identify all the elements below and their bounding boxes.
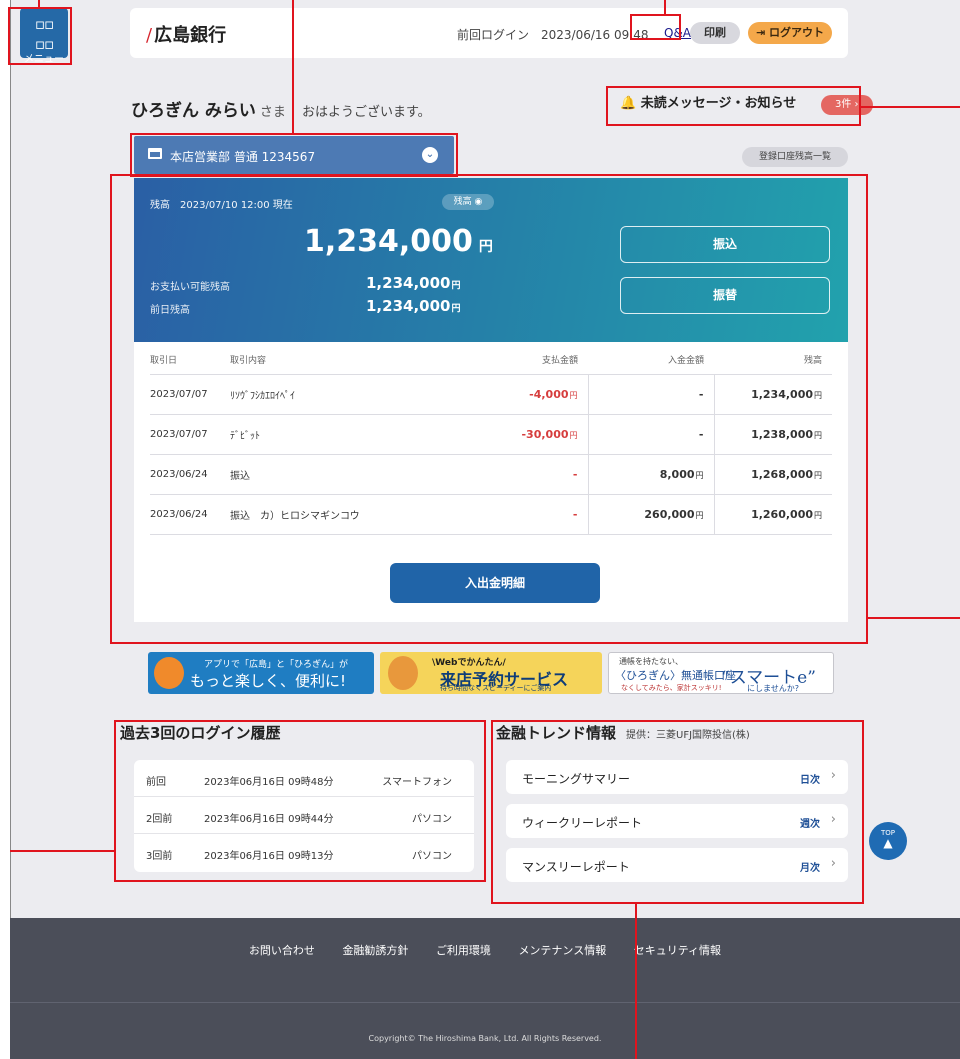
annotation-box-trend bbox=[491, 720, 864, 904]
brand-name: 広島銀行 bbox=[154, 25, 227, 46]
header-bar: / 広島銀行 前回ログイン 2023/06/16 09:48 Q&A 印刷 ⇥ ロ… bbox=[130, 8, 848, 58]
customer-name: ひろぎん みらい bbox=[131, 101, 256, 121]
frame-border bbox=[10, 0, 11, 1059]
app-banner-line2: もっと楽しく、便利に! bbox=[190, 672, 347, 690]
mascot-icon bbox=[154, 657, 184, 689]
copyright: Copyright© The Hiroshima Bank, Ltd. All … bbox=[368, 1034, 602, 1043]
greeting-text: おはようございます。 bbox=[301, 105, 431, 120]
logo-slash-icon: / bbox=[146, 25, 153, 46]
smart-banner-line4: にしませんか? bbox=[747, 684, 800, 693]
app-banner[interactable]: アプリで「広島」と「ひろぎん」が もっと楽しく、便利に! bbox=[148, 652, 374, 694]
footer-link-policy[interactable]: 金融勧誘方針 bbox=[342, 944, 408, 957]
bank-logo[interactable]: / 広島銀行 bbox=[146, 21, 226, 47]
annotation-line bbox=[635, 904, 637, 1059]
footer-link-maintenance[interactable]: メンテナンス情報 bbox=[518, 944, 606, 957]
smart-banner-line2: 〈ひろぎん〉無通帳口座 bbox=[615, 669, 736, 682]
logout-button[interactable]: ⇥ ログアウト bbox=[748, 22, 832, 44]
smart-e-banner[interactable]: 通帳を持たない、 〈ひろぎん〉無通帳口座 “スマートe” なくしてみたら、家計ス… bbox=[608, 652, 834, 694]
footer-link-environment[interactable]: ご利用環境 bbox=[436, 944, 491, 957]
footer-link-security[interactable]: セキュリティ情報 bbox=[634, 944, 721, 957]
mascot-icon bbox=[388, 656, 418, 690]
annotation-line bbox=[292, 0, 294, 133]
footer-link-contact[interactable]: お問い合わせ bbox=[249, 944, 315, 957]
smart-banner-line3: なくしてみたら、家計スッキリ! bbox=[621, 684, 722, 692]
annotation-box-menu bbox=[8, 7, 72, 65]
registered-accounts-button[interactable]: 登録口座残高一覧 bbox=[742, 147, 848, 167]
footer-divider bbox=[10, 1002, 960, 1003]
annotation-box-qa bbox=[630, 14, 681, 40]
annotation-line bbox=[664, 0, 666, 14]
arrow-up-icon: ▲ bbox=[883, 836, 893, 850]
greeting: ひろぎん みらい さま おはようございます。 bbox=[131, 96, 431, 121]
app-banner-line1: アプリで「広島」と「ひろぎん」が bbox=[204, 660, 349, 670]
annotation-line bbox=[861, 106, 960, 108]
smart-banner-line1: 通帳を持たない、 bbox=[619, 657, 683, 666]
logout-label: ログアウト bbox=[769, 26, 825, 39]
annotation-line bbox=[868, 617, 960, 619]
annotation-box-balance bbox=[110, 174, 868, 644]
honorific: さま bbox=[259, 105, 286, 120]
logout-icon: ⇥ bbox=[755, 26, 770, 39]
visit-banner-line3: 待ち時間なくスピーディーにご案内 bbox=[440, 684, 552, 692]
annotation-box-login-history bbox=[114, 720, 486, 882]
back-to-top-button[interactable]: TOP ▲ bbox=[869, 822, 907, 860]
annotation-line bbox=[10, 850, 114, 852]
annotation-line bbox=[38, 0, 40, 8]
annotation-box-notice bbox=[606, 86, 861, 126]
footer-links: お問い合わせ 金融勧誘方針 ご利用環境 メンテナンス情報 セキュリティ情報 bbox=[10, 942, 960, 958]
print-button[interactable]: 印刷 bbox=[690, 22, 740, 44]
last-login-text: 前回ログイン 2023/06/16 09:48 bbox=[457, 28, 649, 42]
footer: お問い合わせ 金融勧誘方針 ご利用環境 メンテナンス情報 セキュリティ情報 Co… bbox=[10, 918, 960, 1059]
visit-reservation-banner[interactable]: \Webでかんたん/ 来店予約サービス 待ち時間なくスピーディーにご案内 bbox=[380, 652, 602, 694]
annotation-box-account bbox=[130, 133, 458, 177]
